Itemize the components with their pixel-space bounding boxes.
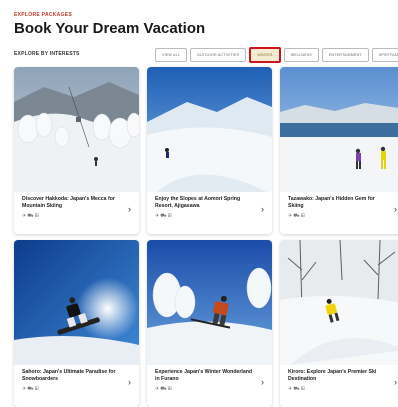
chevron-right-icon[interactable]: › [394, 204, 397, 214]
interest-filter-bar: EXPLORE BY INTERESTS VIEW ALL OUTDOOR AC… [14, 47, 398, 64]
card-body: Discover Hakkoda: Japan's Mecca for Moun… [14, 192, 139, 234]
chevron-right-icon[interactable]: › [261, 377, 264, 387]
card-title: Discover Hakkoda: Japan's Mecca for Moun… [22, 196, 115, 209]
chip-winter[interactable]: WINTER [249, 47, 281, 63]
travel-icons: ✈⛟⊞ [155, 213, 173, 219]
card-title: Kiroro: Explore Japan's Premier Ski Dest… [288, 369, 377, 382]
chevron-right-icon[interactable]: › [128, 377, 131, 387]
card-title: Enjoy the Slopes at Aomori Spring Resort… [155, 196, 241, 209]
card-title: Experience Japan's Winter Wonderland in … [155, 369, 253, 382]
chevron-right-icon[interactable]: › [261, 204, 264, 214]
travel-icons: ✈⛟⊞ [22, 386, 40, 392]
page-title: Book Your Dream Vacation [14, 20, 206, 37]
filter-chips: VIEW ALL OUTDOOR ACTIVITIES WINTER WELLN… [155, 47, 398, 63]
chevron-right-icon[interactable]: › [394, 377, 397, 387]
package-card-furano[interactable]: Experience Japan's Winter Wonderland in … [147, 240, 272, 407]
travel-icons: ✈⛟⊞ [288, 386, 306, 392]
travel-icons: ✈⛟⊞ [288, 213, 306, 219]
card-body: Kiroro: Explore Japan's Premier Ski Dest… [280, 365, 398, 407]
card-body: Sahoro: Japan's Ultimate Paradise for Sn… [14, 365, 139, 407]
chevron-right-icon[interactable]: › [128, 204, 131, 214]
card-image [147, 67, 272, 192]
package-card-tazawako[interactable]: Tazawako: Japan's Hidden Gem for Skiing … [280, 67, 398, 234]
travel-icons: ✈⛟⊞ [22, 213, 40, 219]
card-title: Sahoro: Japan's Ultimate Paradise for Sn… [22, 369, 116, 382]
card-image [14, 67, 139, 192]
package-card-hakkoda[interactable]: Discover Hakkoda: Japan's Mecca for Moun… [14, 67, 139, 234]
chip-outdoor-activities[interactable]: OUTDOOR ACTIVITIES [189, 48, 247, 62]
filter-label: EXPLORE BY INTERESTS [14, 51, 80, 57]
chip-wellness[interactable]: WELLNESS [283, 48, 319, 62]
package-card-aomori-spring[interactable]: Enjoy the Slopes at Aomori Spring Resort… [147, 67, 272, 234]
chip-view-all[interactable]: VIEW ALL [155, 48, 187, 62]
card-image [147, 240, 272, 365]
card-image [14, 240, 139, 365]
card-image [280, 240, 398, 365]
card-body: Enjoy the Slopes at Aomori Spring Resort… [147, 192, 272, 234]
page-header: EXPLORE PACKAGES Book Your Dream Vacatio… [14, 12, 205, 37]
chip-spiritual[interactable]: SPIRITUAL [371, 48, 398, 62]
section-eyebrow: EXPLORE PACKAGES [14, 12, 73, 18]
package-card-sahoro[interactable]: Sahoro: Japan's Ultimate Paradise for Sn… [14, 240, 139, 407]
card-body: Tazawako: Japan's Hidden Gem for Skiing … [280, 192, 398, 234]
chip-entertainment[interactable]: ENTERTAINMENT [321, 48, 369, 62]
package-card-kiroro[interactable]: Kiroro: Explore Japan's Premier Ski Dest… [280, 240, 398, 407]
card-body: Experience Japan's Winter Wonderland in … [147, 365, 272, 407]
travel-icons: ✈⛟⊞ [155, 386, 173, 392]
card-title: Tazawako: Japan's Hidden Gem for Skiing [288, 196, 375, 209]
card-image [280, 67, 398, 192]
